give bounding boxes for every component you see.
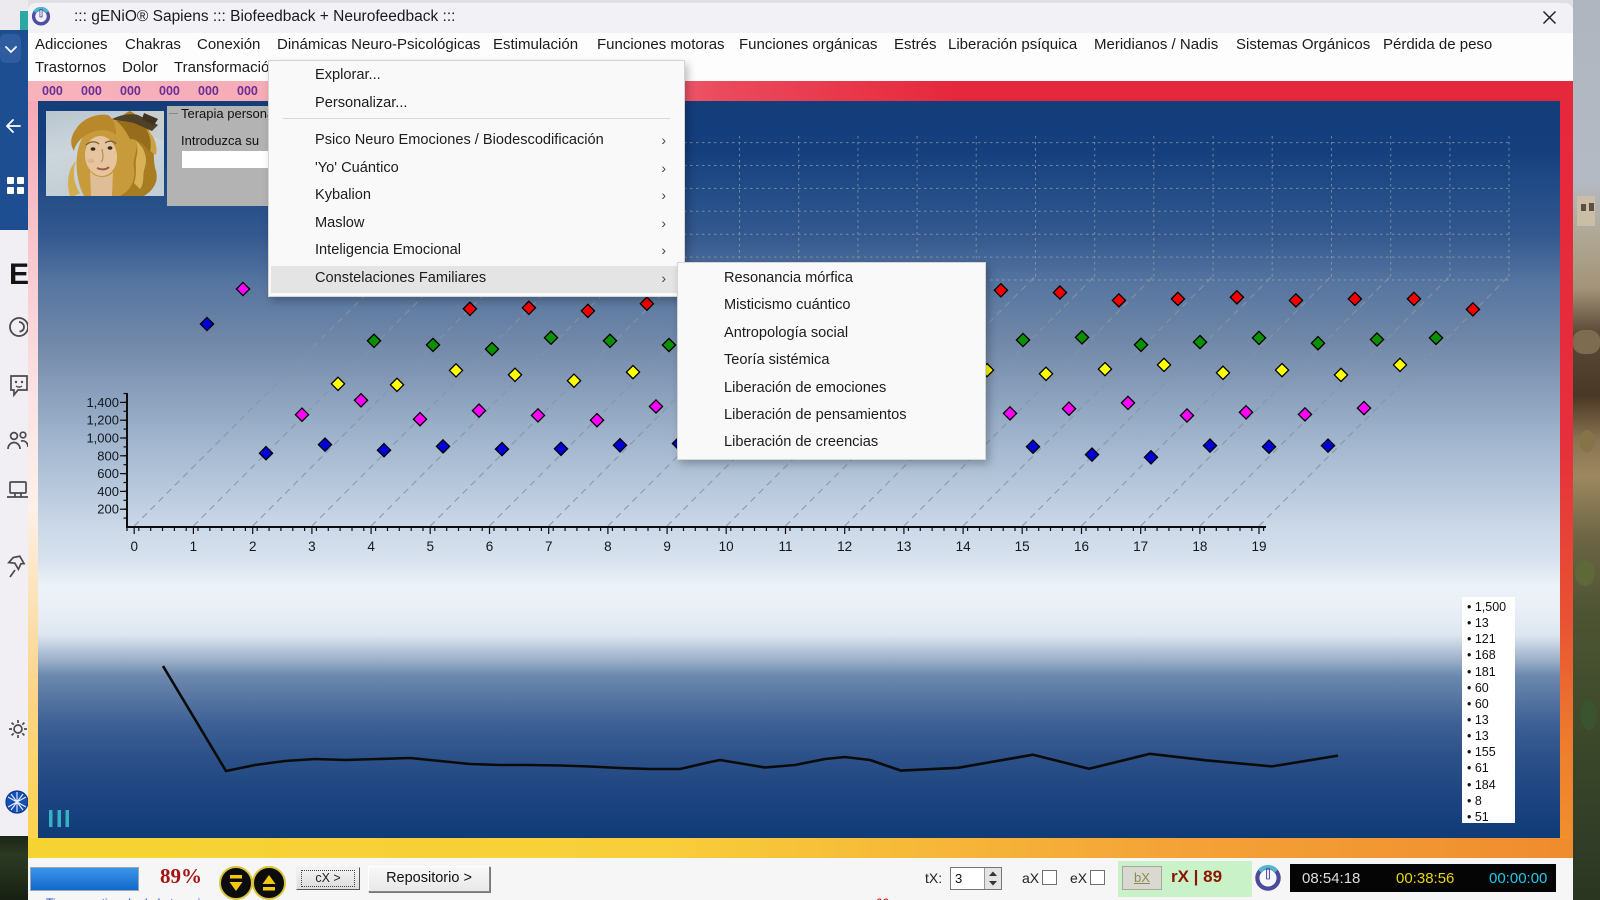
svg-text:200: 200 (97, 502, 119, 517)
svg-text:19: 19 (1251, 539, 1266, 554)
svg-text:11: 11 (778, 539, 792, 554)
svg-text:1,000: 1,000 (86, 431, 119, 446)
svg-text:600: 600 (97, 466, 119, 481)
svg-text:7: 7 (545, 539, 553, 554)
svg-text:800: 800 (97, 448, 119, 463)
svg-text:17: 17 (1133, 539, 1148, 554)
svg-text:10: 10 (719, 539, 734, 554)
svg-text:5: 5 (426, 539, 434, 554)
svg-text:2: 2 (249, 539, 257, 554)
svg-text:1: 1 (190, 539, 198, 554)
svg-text:4: 4 (367, 539, 375, 554)
svg-text:400: 400 (97, 484, 119, 499)
svg-text:6: 6 (486, 539, 494, 554)
svg-text:0: 0 (130, 539, 138, 554)
svg-text:12: 12 (837, 539, 852, 554)
svg-text:18: 18 (1192, 539, 1207, 554)
svg-text:3: 3 (308, 539, 316, 554)
svg-text:16: 16 (1074, 539, 1089, 554)
svg-text:9: 9 (663, 539, 671, 554)
svg-text:1,400: 1,400 (86, 395, 119, 410)
svg-text:14: 14 (956, 539, 972, 554)
svg-text:1,200: 1,200 (86, 413, 119, 428)
svg-text:13: 13 (896, 539, 911, 554)
svg-text:15: 15 (1015, 539, 1030, 554)
svg-text:8: 8 (604, 539, 612, 554)
